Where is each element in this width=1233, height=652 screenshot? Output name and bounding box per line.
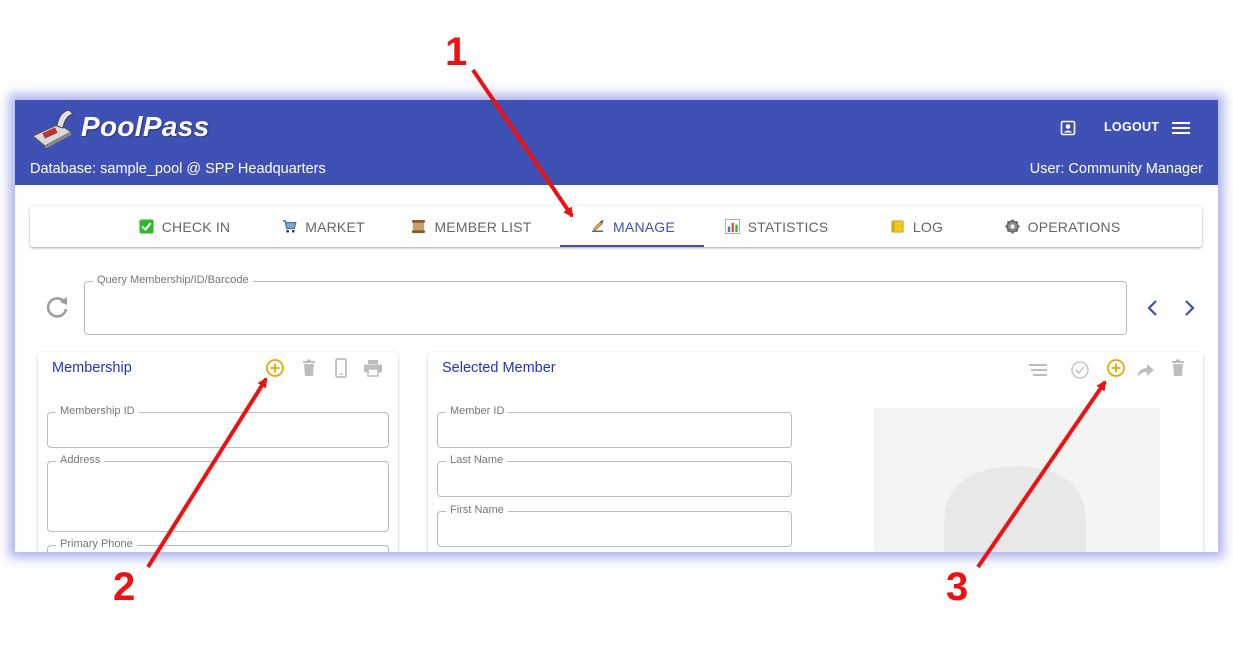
first-name-field[interactable]: First Name (437, 504, 792, 547)
tab-label: MANAGE (613, 218, 675, 235)
membership-card-title: Membership (52, 360, 132, 376)
tab-log[interactable]: LOG (886, 206, 946, 247)
check-circle-icon[interactable] (1070, 360, 1090, 380)
tab-statistics[interactable]: STATISTICS (720, 206, 832, 247)
tab-label: CHECK IN (161, 218, 231, 235)
tab-label: MARKET (305, 218, 365, 235)
selected-member-card: Selected Member Member ID Last Name Firs… (428, 352, 1203, 552)
field-label: Primary Phone (56, 538, 137, 550)
member-id-field[interactable]: Member ID (437, 405, 792, 448)
refresh-icon[interactable] (44, 294, 70, 320)
query-input[interactable]: Query Membership/ID/Barcode (84, 274, 1127, 335)
app-header: PoolPass Database: sample_pool @ SPP Hea… (15, 100, 1218, 185)
tab-label: OPERATIONS (1027, 218, 1121, 235)
tab-member-list[interactable]: MEMBER LIST (408, 206, 534, 247)
selected-member-card-title: Selected Member (442, 360, 556, 376)
member-photo-placeholder (874, 408, 1160, 552)
field-label: Membership ID (56, 405, 139, 417)
user-info: User: Community Manager (1029, 161, 1203, 177)
list-icon[interactable] (1028, 360, 1048, 380)
hamburger-menu-icon[interactable] (1172, 120, 1190, 136)
logout-button[interactable]: LOGOUT (1104, 120, 1159, 134)
cart-emoji-icon (283, 220, 297, 233)
bar-chart-emoji-icon (724, 219, 740, 234)
tab-label: MEMBER LIST (434, 218, 532, 235)
app-window: PoolPass Database: sample_pool @ SPP Hea… (15, 100, 1218, 552)
annotation-number-3: 3 (946, 565, 969, 609)
tab-manage[interactable]: MANAGE (560, 206, 704, 247)
scroll-emoji-icon (412, 219, 426, 234)
address-field[interactable]: Address (47, 454, 389, 532)
tab-market[interactable]: MARKET (280, 206, 366, 247)
query-input-label: Query Membership/ID/Barcode (93, 274, 253, 286)
primary-phone-field[interactable]: Primary Phone (47, 538, 389, 552)
field-label: First Name (446, 504, 508, 516)
membership-id-field[interactable]: Membership ID (47, 405, 389, 448)
print-icon[interactable] (363, 358, 383, 378)
annotation-number-1: 1 (445, 30, 468, 74)
main-tabs: CHECK IN MARKET MEMBER LIST MANAGE STATI… (30, 206, 1202, 247)
field-label: Member ID (446, 405, 509, 417)
scanner-logo-icon (32, 109, 74, 148)
tab-operations[interactable]: OPERATIONS (1002, 206, 1122, 247)
field-label: Last Name (446, 454, 508, 466)
gear-emoji-icon (1005, 219, 1020, 234)
last-name-field[interactable]: Last Name (437, 454, 792, 497)
phone-icon[interactable] (331, 358, 351, 378)
field-label: Address (56, 454, 105, 466)
check-box-emoji-icon (139, 219, 154, 234)
membership-card: Membership Membership ID Address Primary… (38, 352, 398, 552)
trash-icon[interactable] (299, 358, 319, 378)
add-circle-icon[interactable] (265, 358, 285, 378)
account-box-icon[interactable] (1060, 120, 1076, 136)
avatar-silhouette-icon (944, 466, 1086, 552)
share-arrow-icon[interactable] (1135, 360, 1155, 380)
chevron-right-icon[interactable] (1182, 299, 1196, 317)
app-title: PoolPass (81, 111, 210, 142)
add-circle-icon[interactable] (1106, 358, 1126, 378)
annotation-number-2: 2 (113, 565, 136, 609)
tab-label: STATISTICS (747, 218, 829, 235)
chevron-left-icon[interactable] (1146, 299, 1160, 317)
trash-icon[interactable] (1168, 358, 1188, 378)
database-info: Database: sample_pool @ SPP Headquarters (30, 161, 326, 177)
writing-hand-emoji-icon (591, 219, 604, 232)
tab-label: LOG (912, 218, 944, 235)
tab-check-in[interactable]: CHECK IN (126, 206, 242, 247)
ledger-emoji-icon (891, 220, 904, 233)
